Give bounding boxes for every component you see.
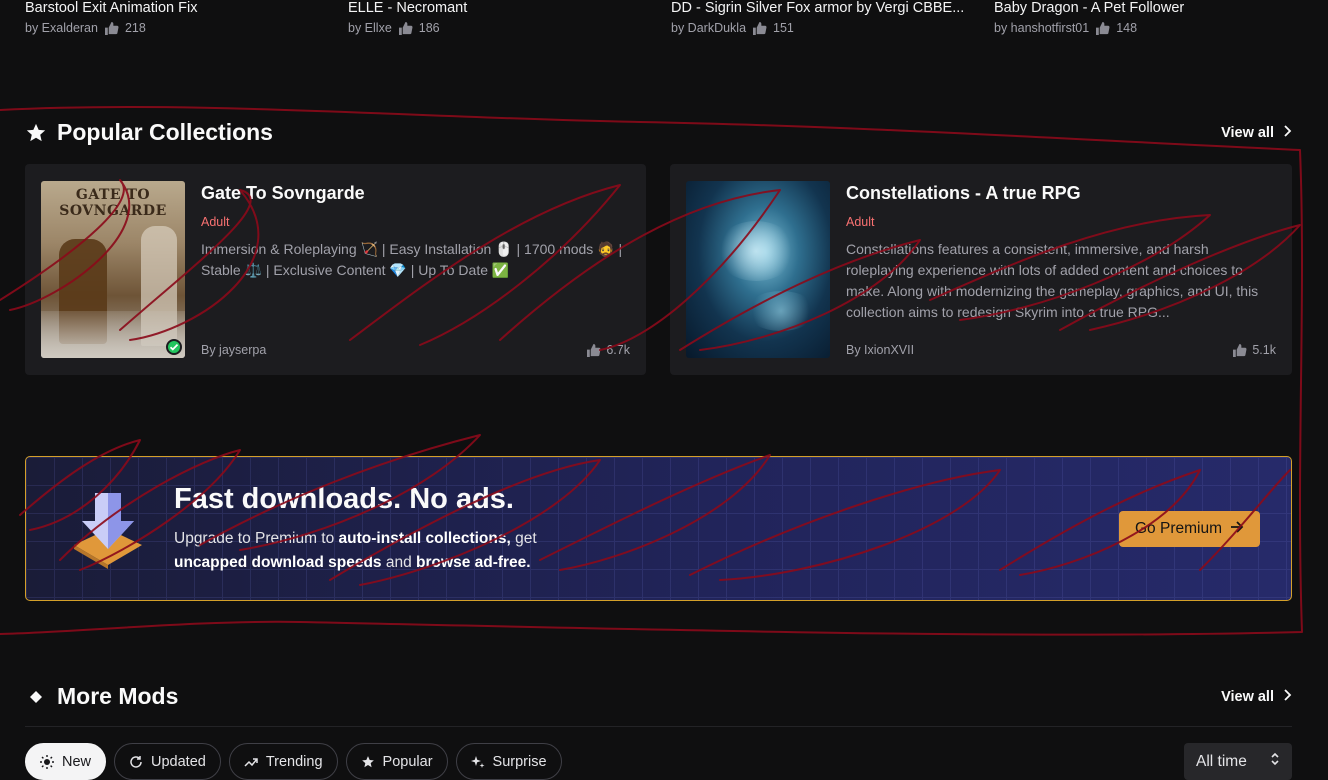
filter-updated[interactable]: Updated [114, 743, 221, 780]
section-title: More Mods [25, 683, 178, 710]
chevron-up-down-icon [1270, 751, 1280, 772]
mod-author[interactable]: by hanshotfirst01 [994, 21, 1089, 35]
diamond-icon [25, 686, 47, 708]
popular-collections-header: Popular Collections View all [25, 119, 1292, 146]
mod-tile[interactable]: Baby Dragon - A Pet Follower by hanshotf… [994, 0, 1294, 35]
collection-thumbnail-caption: GATE TO SOVNGARDE [59, 187, 167, 219]
mod-meta: by Exalderan 218 [25, 21, 325, 35]
top-mods-strip: Barstool Exit Animation Fix by Exalderan… [0, 0, 1328, 44]
collection-card[interactable]: Constellations - A true RPG Adult Conste… [670, 164, 1292, 375]
view-all-collections-link[interactable]: View all [1221, 125, 1292, 141]
red-scribble-annotation [0, 106, 1303, 636]
chevron-right-icon [1282, 124, 1292, 141]
section-title-text: Popular Collections [57, 119, 273, 145]
mod-title[interactable]: Baby Dragon - A Pet Follower [994, 0, 1294, 18]
collection-title[interactable]: Gate To Sovngarde [201, 183, 365, 204]
view-all-label: View all [1221, 124, 1274, 141]
collection-card[interactable]: GATE TO SOVNGARDE Gate To Sovngarde Adul… [25, 164, 646, 375]
banner-title: Fast downloads. No ads. [174, 483, 514, 515]
sparkle-icon [470, 755, 485, 769]
banner-text-part: get [510, 530, 537, 547]
mod-tile[interactable]: Barstool Exit Animation Fix by Exalderan… [25, 0, 325, 35]
filter-surprise[interactable]: Surprise [455, 743, 562, 780]
filter-label: Popular [382, 753, 433, 770]
go-premium-label: Go Premium [1135, 520, 1222, 537]
arrow-right-icon [1230, 520, 1244, 539]
premium-banner: Fast downloads. No ads. Upgrade to Premi… [25, 456, 1292, 601]
banner-text-part: and [381, 554, 417, 571]
filter-popular[interactable]: Popular [345, 743, 448, 780]
thumbs-up-icon [1095, 21, 1110, 35]
banner-text-bold: auto-install collections, [338, 530, 511, 547]
thumbs-up-icon [398, 21, 413, 35]
filter-label: New [62, 753, 92, 770]
thumbs-up-icon [104, 21, 119, 35]
filter-label: Updated [151, 753, 206, 770]
filter-label: Surprise [492, 753, 547, 770]
mod-tile[interactable]: DD - Sigrin Silver Fox armor by Vergi CB… [671, 0, 971, 35]
mod-author[interactable]: by Ellxe [348, 21, 392, 35]
mod-likes: 218 [124, 21, 146, 35]
refresh-icon [129, 755, 143, 769]
collection-thumbnail[interactable] [686, 181, 830, 358]
collection-likes: 5.1k [1232, 343, 1276, 357]
collection-description: Constellations features a consistent, im… [846, 241, 1259, 320]
view-all-mods-link[interactable]: View all [1221, 689, 1292, 705]
adult-tag: Adult [846, 215, 875, 229]
mod-title[interactable]: DD - Sigrin Silver Fox armor by Vergi CB… [671, 0, 971, 18]
filter-new[interactable]: New [25, 743, 107, 780]
mod-title[interactable]: Barstool Exit Animation Fix [25, 0, 325, 18]
mod-likes: 151 [773, 21, 794, 35]
section-title-text: More Mods [57, 683, 179, 709]
sort-filter-chips: New Updated Trending Popular Surprise [25, 743, 562, 780]
mod-likes: 148 [1116, 21, 1138, 35]
mod-likes: 186 [418, 21, 440, 35]
thumbs-up-icon [586, 343, 601, 357]
thumbs-up-icon [1232, 343, 1247, 357]
adult-tag: Adult [201, 215, 230, 229]
banner-text-bold: browse ad-free. [416, 554, 531, 571]
view-all-label: View all [1221, 688, 1274, 705]
banner-text: Upgrade to Premium to auto-install colle… [174, 527, 594, 575]
likes-count: 5.1k [1252, 343, 1276, 357]
mod-author[interactable]: by DarkDukla [671, 21, 746, 35]
section-divider [25, 726, 1292, 727]
mod-meta: by DarkDukla 151 [671, 21, 971, 35]
collection-title[interactable]: Constellations - A true RPG [846, 183, 1081, 204]
sun-icon [40, 754, 54, 769]
mod-author[interactable]: by Exalderan [25, 21, 98, 35]
go-premium-button[interactable]: Go Premium [1119, 511, 1260, 547]
filter-trending[interactable]: Trending [228, 743, 338, 780]
collection-author[interactable]: By jayserpa [201, 343, 266, 357]
mod-meta: by Ellxe 186 [348, 21, 648, 35]
time-range-select[interactable]: All time [1184, 743, 1292, 780]
mod-tile[interactable]: ELLE - Necromant by Ellxe 186 [348, 0, 648, 35]
star-icon [361, 755, 375, 769]
banner-text-part: Upgrade to Premium to [174, 530, 339, 547]
star-icon [25, 122, 47, 144]
chevron-right-icon [1282, 688, 1292, 705]
collection-author[interactable]: By IxionXVII [846, 343, 914, 357]
verified-badge-icon [166, 339, 182, 355]
time-range-value: All time [1196, 752, 1247, 770]
mod-title[interactable]: ELLE - Necromant [348, 0, 648, 18]
collection-description: Immersion & Roleplaying 🏹 | Easy Install… [201, 241, 623, 278]
mod-meta: by hanshotfirst01 148 [994, 21, 1294, 35]
collection-likes: 6.7k [586, 343, 630, 357]
section-title: Popular Collections [25, 119, 273, 146]
download-icon [70, 489, 146, 569]
filter-label: Trending [265, 753, 323, 770]
likes-count: 6.7k [606, 343, 630, 357]
trending-icon [244, 755, 258, 769]
thumbs-up-icon [752, 21, 767, 35]
banner-text-bold: uncapped download speeds [174, 554, 382, 571]
collection-thumbnail[interactable]: GATE TO SOVNGARDE [41, 181, 185, 358]
more-mods-header: More Mods View all [25, 683, 1292, 710]
